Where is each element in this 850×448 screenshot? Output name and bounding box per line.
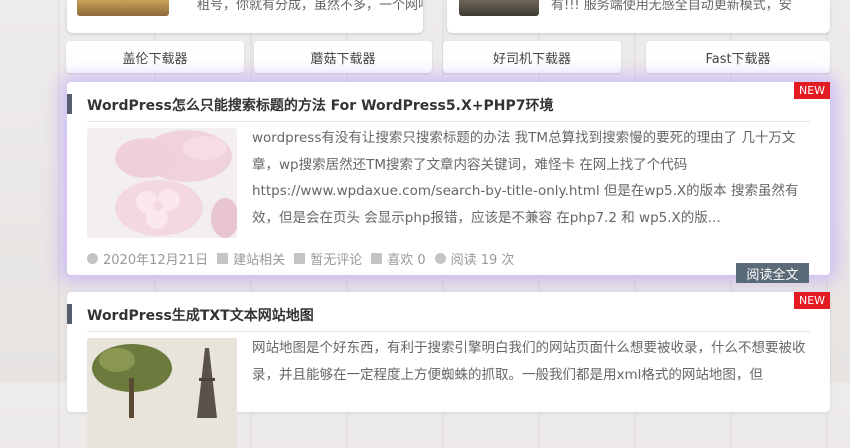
post-excerpt: wordpress有没有让搜索只搜索标题的办法 我TM总算找到搜索慢的要死的理由… — [252, 130, 799, 226]
post-thumbnail[interactable] — [87, 128, 237, 238]
top-card-right[interactable]: 有!!! 服务端使用无感全自动更新模式，安 — [447, 0, 830, 33]
nav-button-driver-downloader[interactable]: 好司机下载器 — [443, 41, 621, 73]
eye-icon — [434, 253, 446, 264]
title-accent-bar — [67, 94, 72, 114]
divider — [87, 121, 810, 122]
post-category[interactable]: 建站相关 — [233, 249, 285, 268]
clock-icon — [87, 253, 98, 264]
title-accent-bar — [67, 304, 72, 324]
top-card-snippet: 有!!! 服务端使用无感全自动更新模式，安 — [551, 0, 792, 13]
post-date: 2020年12月21日 — [103, 253, 209, 268]
post-card: WordPress怎么只能搜索标题的方法 For WordPress5.X+PH… — [67, 82, 830, 283]
post-excerpt: 网站地图是个好东西，有利于搜索引擎明白我们的网站页面什么想要被收录，什么不想要被… — [252, 340, 806, 383]
post-likes[interactable]: 喜欢 0 — [387, 249, 425, 268]
top-card-thumbnail[interactable] — [77, 0, 169, 16]
nav-button-mogu-downloader[interactable]: 蘑菇下载器 — [254, 41, 432, 73]
post-card: WordPress生成TXT文本网站地图 NEW 网站地图是个好东西，有利于搜索… — [67, 292, 830, 448]
nav-button-galen-downloader[interactable]: 盖伦下载器 — [66, 41, 244, 73]
thumbs-up-icon — [371, 253, 383, 264]
post-meta: 2020年12月21日 建站相关 暂无评论 喜欢 0 阅读 19 次 — [87, 249, 514, 268]
divider — [87, 331, 810, 332]
top-card-thumbnail[interactable] — [459, 0, 539, 16]
new-badge: NEW — [794, 82, 830, 99]
mochi-image — [87, 128, 237, 238]
top-card-snippet: 租号，你就有分成，虽然不多，一个网吧的 — [197, 0, 423, 13]
post-views: 阅读 19 次 — [450, 253, 515, 268]
category-icon — [217, 253, 229, 264]
read-more-button[interactable]: 阅读全文 — [736, 263, 809, 283]
post-title[interactable]: WordPress生成TXT文本网站地图 — [87, 305, 314, 325]
top-card-left[interactable]: 租号，你就有分成，虽然不多，一个网吧的 — [67, 0, 423, 33]
comment-icon — [294, 253, 306, 264]
post-thumbnail[interactable] — [87, 338, 237, 448]
downloader-nav: 盖伦下载器 蘑菇下载器 好司机下载器 Fast下载器 — [66, 41, 830, 73]
tree-tower-image — [87, 338, 237, 448]
new-badge: NEW — [794, 292, 830, 309]
post-title[interactable]: WordPress怎么只能搜索标题的方法 For WordPress5.X+PH… — [87, 95, 553, 115]
nav-button-fast-downloader[interactable]: Fast下载器 — [646, 41, 830, 73]
post-comments[interactable]: 暂无评论 — [310, 249, 362, 268]
